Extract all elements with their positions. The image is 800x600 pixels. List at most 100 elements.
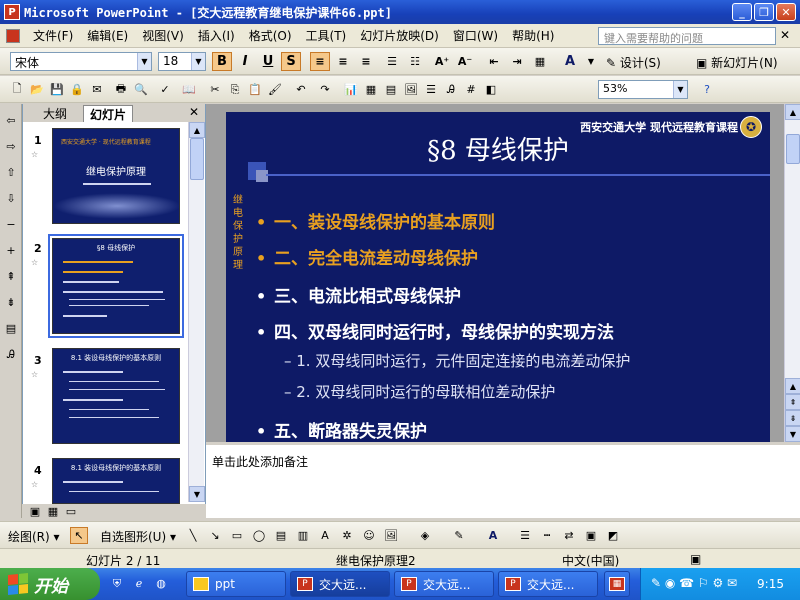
help-search-input[interactable]: 键入需要帮助的问题 [598, 27, 776, 45]
arrow-icon[interactable]: ↘ [206, 527, 224, 544]
show-formatting-icon[interactable]: Ꭿ [2, 346, 20, 363]
grid-icon[interactable]: ▦ [530, 52, 550, 71]
menu-file[interactable]: 文件(F) [26, 27, 80, 44]
bullets-button[interactable]: ☷ [405, 52, 425, 71]
rectangle-icon[interactable]: ▭ [228, 527, 246, 544]
close-pane-icon[interactable]: ✕ [189, 105, 199, 119]
tray-icons[interactable]: ✎ ◉ ☎ ⚐ ⚙ ✉ [651, 576, 737, 590]
cut-icon[interactable]: ✂ [206, 81, 224, 98]
vertical-textbox-icon[interactable]: ▥ [294, 527, 312, 544]
help-icon[interactable]: ? [698, 81, 716, 98]
draw-menu-button[interactable]: 绘图(R) ▾ [8, 528, 60, 545]
scroll-thumb[interactable] [786, 134, 800, 164]
demote-icon[interactable]: ⇨ [2, 138, 20, 155]
next-slide-icon[interactable]: ⇟ [785, 410, 800, 426]
bold-button[interactable]: B [212, 52, 232, 71]
redo-icon[interactable]: ↷ [316, 81, 334, 98]
picture-icon[interactable]: 🖼 [382, 527, 400, 544]
line-icon[interactable]: ╲ [184, 527, 202, 544]
task-ppt-1[interactable]: P 交大远... [290, 571, 390, 597]
menu-window[interactable]: 窗口(W) [446, 27, 505, 44]
start-button[interactable]: 开始 [0, 568, 100, 600]
decrease-font-button[interactable]: A⁻ [455, 52, 475, 71]
slide-thumbnail-3[interactable]: 8.1 装设母线保护的基本原则 [52, 348, 180, 444]
email-icon[interactable]: ✉ [88, 81, 106, 98]
print-preview-icon[interactable]: 🔍 [132, 81, 150, 98]
slide-title[interactable]: §8 母线保护 [226, 130, 770, 167]
font-size-select[interactable]: 18 ▼ [158, 52, 206, 71]
new-slide-button[interactable]: ▣ 新幻灯片(N) [696, 54, 778, 71]
internet-explorer-icon[interactable]: ℯ [130, 575, 148, 592]
menu-tools[interactable]: 工具(T) [299, 27, 354, 44]
notes-pane[interactable]: 单击此处添加备注 [206, 442, 800, 518]
menu-insert[interactable]: 插入(I) [191, 27, 242, 44]
color-grayscale-icon[interactable]: ◧ [482, 81, 500, 98]
autoshapes-button[interactable]: 自选图形(U) ▾ [100, 528, 176, 545]
collapse-all-icon[interactable]: ⇞ [2, 268, 20, 285]
textbox-icon[interactable]: ▤ [272, 527, 290, 544]
zoom-select[interactable]: 53% ▼ [598, 80, 688, 99]
move-up-icon[interactable]: ⇧ [2, 164, 20, 181]
increase-font-button[interactable]: A⁺ [432, 52, 452, 71]
undo-icon[interactable]: ↶ [292, 81, 310, 98]
sub-bullet-item[interactable]: – 2. 双母线同时运行的母联相位差动保护 [284, 381, 555, 402]
print-icon[interactable]: 🖶 [112, 81, 130, 98]
slide-thumbnail-1[interactable]: 西安交通大学 · 现代远程教育课程 继电保护原理 [52, 128, 180, 224]
task-ppt-3[interactable]: P 交大远... [498, 571, 598, 597]
clipart-icon[interactable]: ☺ [360, 527, 378, 544]
align-right-button[interactable]: ≡ [356, 52, 376, 71]
menu-slideshow[interactable]: 幻灯片放映(D) [353, 27, 446, 44]
3d-style-icon[interactable]: ◩ [604, 527, 622, 544]
save-icon[interactable]: 💾 [48, 81, 66, 98]
promote-icon[interactable]: ⇦ [2, 112, 20, 129]
underline-button[interactable]: U [258, 52, 278, 71]
font-color-button[interactable]: A [560, 52, 580, 71]
minimize-button[interactable]: _ [732, 3, 752, 21]
fill-color-icon[interactable]: ◈ [416, 527, 434, 544]
line-color-icon[interactable]: ✎ [450, 527, 468, 544]
current-slide[interactable]: 西安交通大学 现代远程教育课程 ✪ §8 母线保护 继电保护原理 • 一、装设母线… [226, 112, 770, 442]
task-ppt-folder[interactable]: ppt [186, 571, 286, 597]
align-center-button[interactable]: ≡ [333, 52, 353, 71]
paste-icon[interactable]: 📋 [246, 81, 264, 98]
numbering-button[interactable]: ☰ [382, 52, 402, 71]
font-color-icon[interactable]: A [484, 527, 502, 544]
format-painter-icon[interactable]: 🖌 [266, 81, 284, 98]
open-icon[interactable]: 📂 [28, 81, 46, 98]
quicklaunch-shield-icon[interactable]: ⛨ [108, 575, 126, 592]
menu-edit[interactable]: 编辑(E) [80, 27, 135, 44]
insert-chart-icon[interactable]: 📊 [342, 81, 360, 98]
wordart-icon[interactable]: A [316, 527, 334, 544]
bullet-item[interactable]: • 二、完全电流差动母线保护 [256, 244, 478, 269]
bullet-item[interactable]: • 四、双母线同时运行时，母线保护的实现方法 [256, 318, 614, 343]
menu-format[interactable]: 格式(O) [242, 27, 299, 44]
scroll-up-icon[interactable]: ▲ [785, 104, 800, 120]
collapse-icon[interactable]: − [2, 216, 20, 233]
expand-all-icon[interactable]: ⇟ [2, 294, 20, 311]
insert-table-icon[interactable]: ▦ [362, 81, 380, 98]
increase-indent-button[interactable]: ⇥ [507, 52, 527, 71]
sub-bullet-item[interactable]: – 1. 双母线同时运行，元件固定连接的电流差动保护 [284, 350, 630, 371]
scroll-thumb[interactable] [190, 138, 204, 180]
spelling-status-icon[interactable]: ▣ [690, 552, 701, 566]
new-icon[interactable]: 🗋 [8, 81, 26, 98]
copy-icon[interactable]: ⎘ [226, 81, 244, 98]
decrease-indent-button[interactable]: ⇤ [484, 52, 504, 71]
arrow-style-icon[interactable]: ⇄ [560, 527, 578, 544]
research-icon[interactable]: 📖 [180, 81, 198, 98]
normal-view-icon[interactable]: ▣ [26, 504, 44, 518]
select-objects-icon[interactable]: ↖ [70, 527, 88, 544]
menu-help[interactable]: 帮助(H) [505, 27, 561, 44]
summary-slide-icon[interactable]: ▤ [2, 320, 20, 337]
permission-icon[interactable]: 🔒 [68, 81, 86, 98]
close-button[interactable]: ✕ [776, 3, 796, 21]
task-app[interactable]: ▦ [604, 571, 630, 597]
line-style-icon[interactable]: ☰ [516, 527, 534, 544]
task-ppt-2[interactable]: P 交大远... [394, 571, 494, 597]
browser-icon[interactable]: ◍ [152, 575, 170, 592]
slide-thumbnail-2[interactable]: §8 母线保护 [48, 234, 184, 338]
scroll-down-icon[interactable]: ▼ [189, 486, 205, 502]
slide-sorter-icon[interactable]: ▦ [44, 504, 62, 518]
italic-button[interactable]: I [235, 52, 255, 71]
spelling-icon[interactable]: ✓ [156, 81, 174, 98]
